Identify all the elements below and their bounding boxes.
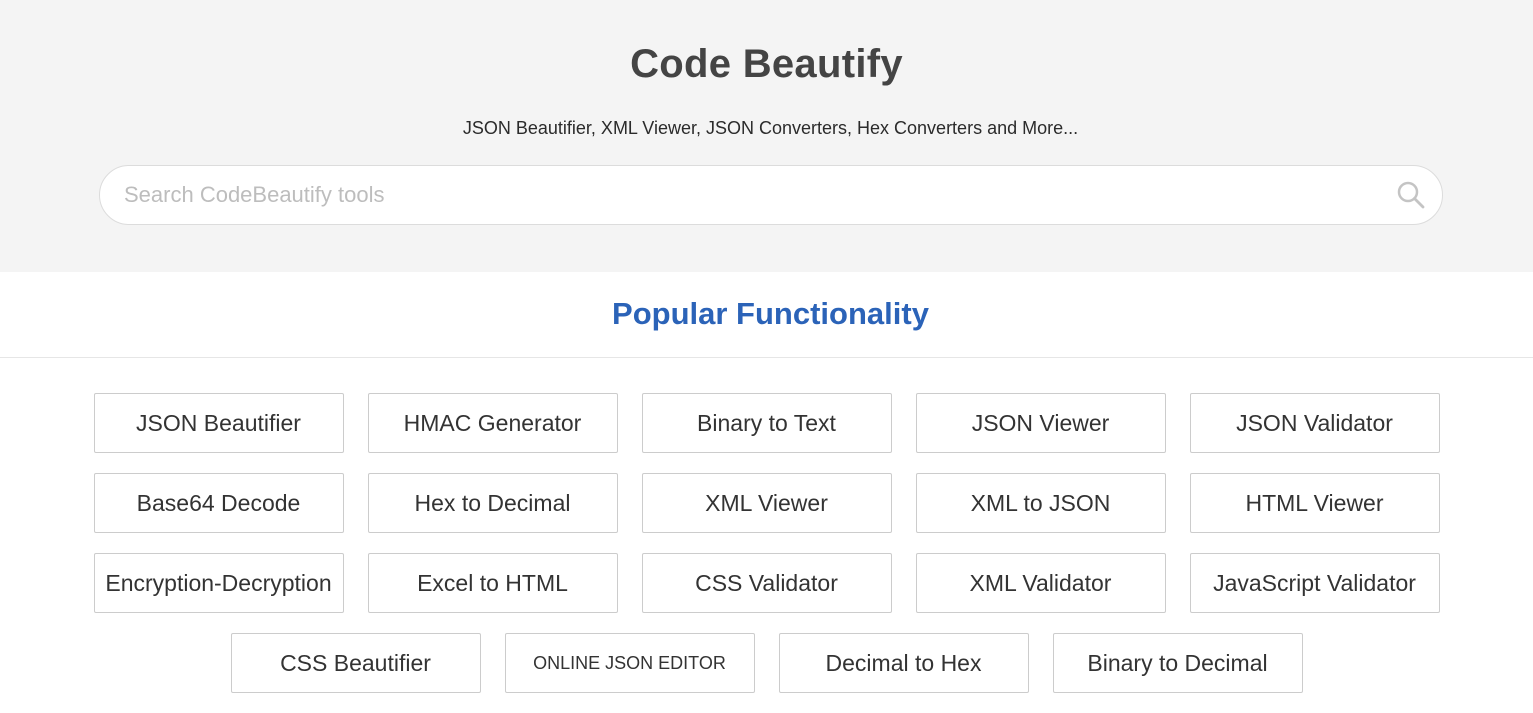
tool-decimal-to-hex[interactable]: Decimal to Hex <box>778 633 1029 693</box>
popular-tools-grid: JSON Beautifier HMAC Generator Binary to… <box>0 393 1533 713</box>
tool-javascript-validator[interactable]: JavaScript Validator <box>1189 553 1440 613</box>
tool-css-validator[interactable]: CSS Validator <box>641 553 892 613</box>
tool-hmac-generator[interactable]: HMAC Generator <box>367 393 618 453</box>
site-subtitle: JSON Beautifier, XML Viewer, JSON Conver… <box>462 118 1079 138</box>
tool-xml-validator[interactable]: XML Validator <box>915 553 1166 613</box>
search-input[interactable] <box>124 166 1374 224</box>
popular-functionality-title: Popular Functionality <box>612 296 929 331</box>
tool-row: JSON Beautifier HMAC Generator Binary to… <box>0 393 1533 453</box>
search-icon[interactable] <box>1396 180 1426 210</box>
tool-row: Base64 Decode Hex to Decimal XML Viewer … <box>0 473 1533 533</box>
search-bar[interactable] <box>99 165 1443 225</box>
section-divider <box>0 357 1533 358</box>
tool-json-validator[interactable]: JSON Validator <box>1189 393 1440 453</box>
tool-binary-to-decimal[interactable]: Binary to Decimal <box>1052 633 1303 693</box>
tool-css-beautifier[interactable]: CSS Beautifier <box>230 633 481 693</box>
tool-online-json-editor[interactable]: ONLINE JSON EDITOR <box>504 633 755 693</box>
tool-encryption-decryption[interactable]: Encryption-Decryption <box>93 553 344 613</box>
hero-header: Code Beautify JSON Beautifier, XML Viewe… <box>0 0 1533 272</box>
tool-excel-to-html[interactable]: Excel to HTML <box>367 553 618 613</box>
tool-json-beautifier[interactable]: JSON Beautifier <box>93 393 344 453</box>
tool-base64-decode[interactable]: Base64 Decode <box>93 473 344 533</box>
tool-row: CSS Beautifier ONLINE JSON EDITOR Decima… <box>0 633 1533 693</box>
tool-hex-to-decimal[interactable]: Hex to Decimal <box>367 473 618 533</box>
tool-json-viewer[interactable]: JSON Viewer <box>915 393 1166 453</box>
site-title[interactable]: Code Beautify <box>0 42 1533 87</box>
tool-binary-to-text[interactable]: Binary to Text <box>641 393 892 453</box>
tool-xml-viewer[interactable]: XML Viewer <box>641 473 892 533</box>
tool-html-viewer[interactable]: HTML Viewer <box>1189 473 1440 533</box>
tool-xml-to-json[interactable]: XML to JSON <box>915 473 1166 533</box>
tool-row: Encryption-Decryption Excel to HTML CSS … <box>0 553 1533 613</box>
